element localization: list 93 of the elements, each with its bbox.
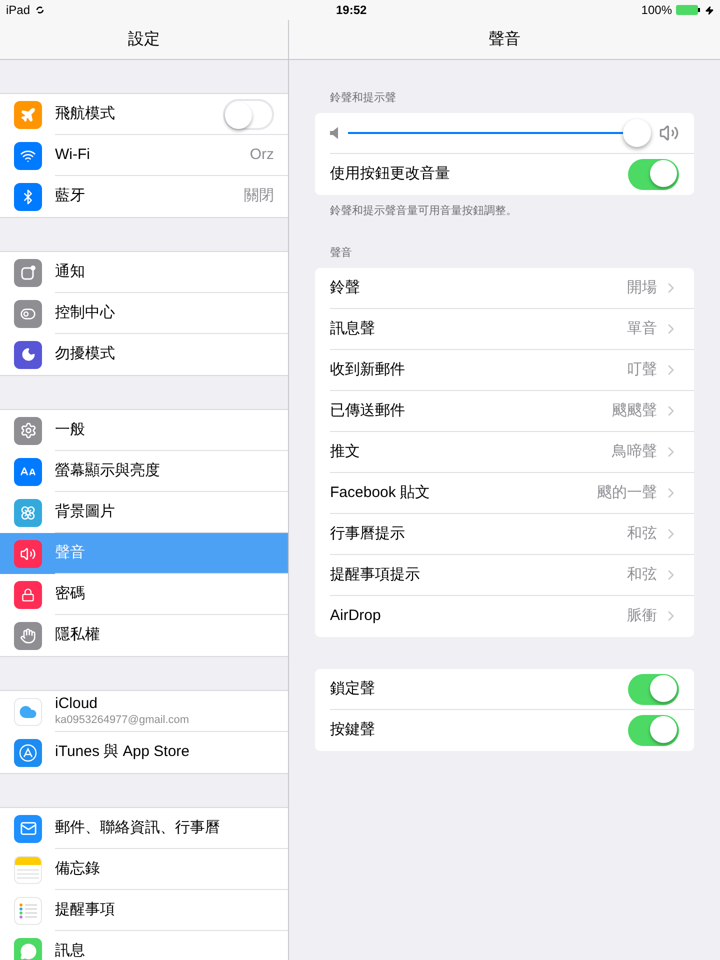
settings-item[interactable]: iTunes 與 App Store [0,732,288,773]
settings-item[interactable]: 提醒事項 [0,890,288,931]
notification-icon [14,258,42,286]
row-label: Facebook 貼文 [330,482,430,503]
airplane-icon [14,100,42,128]
row-label: 提醒事項提示 [330,564,420,585]
settings-item[interactable]: 隱私權 [0,615,288,656]
speaker-icon [14,540,42,568]
row-label: 訊息聲 [330,318,375,339]
item-label: iCloud [55,695,99,714]
settings-item[interactable]: 背景圖片 [0,492,288,533]
row-value: 和弦 [627,564,657,585]
item-label: 訊息 [55,941,85,960]
row-label: 鎖定聲 [330,678,375,699]
row-label: 鈴聲 [330,278,360,298]
row-value: 脈衝 [627,606,657,626]
toggle-switch[interactable] [628,158,679,190]
text-size-icon [14,458,42,486]
mail-icon [14,814,42,842]
gear-icon [14,416,42,444]
item-label: Wi-Fi [55,145,90,166]
settings-item[interactable]: 一般 [0,410,288,451]
loud-speaker-icon [659,123,679,143]
notepad-icon [14,856,42,884]
item-label: 背景圖片 [55,502,115,522]
item-label: 提醒事項 [55,900,115,920]
switches-icon [14,300,42,328]
item-label: 隱私權 [55,625,100,646]
row-value: 鳥啼聲 [612,442,657,462]
account-email: ka0953264977@gmail.com [55,714,190,728]
row-value: 颼颼聲 [612,400,657,421]
item-label: 郵件、聯絡資訊、行事曆 [55,818,220,838]
item-label: iTunes 與 App Store [55,742,190,762]
settings-item[interactable]: 控制中心 [0,293,288,334]
row-label: 推文 [330,442,360,462]
settings-item[interactable]: iCloud ka0953264977@gmail.com [0,691,288,732]
item-label: 備忘錄 [55,859,100,880]
settings-item[interactable]: Wi-Fi Orz [0,135,288,176]
cloud-icon [14,698,42,726]
item-label: 控制中心 [55,303,115,324]
list-icon [14,896,42,924]
row-value: 和弦 [627,524,657,544]
toggle-switch[interactable] [628,714,679,746]
item-label: 飛航模式 [55,104,115,124]
settings-item[interactable]: 通知 [0,252,288,293]
wifi-icon [14,142,42,170]
item-label: 勿擾模式 [55,344,115,364]
battery-percent: 100% [641,2,672,19]
lock-icon [14,580,42,608]
charging-icon [705,6,714,14]
section-header: 聲音 [329,246,353,261]
clock: 19:52 [336,2,367,19]
item-value: Orz [250,145,274,166]
item-label: 通知 [55,262,85,282]
item-label: 藍牙 [55,186,85,206]
toggle-switch[interactable] [223,99,274,130]
row-value: 叮聲 [627,360,657,380]
row-value: 單音 [627,318,657,339]
toggle-switch[interactable] [628,674,679,704]
volume-slider[interactable] [348,119,649,147]
settings-item[interactable]: 藍牙 關閉 [0,176,288,217]
row-label: 使用按鈕更改音量 [330,164,450,184]
row-label: AirDrop [330,606,381,626]
row-label: 收到新郵件 [330,360,405,380]
settings-item[interactable]: 密碼 [0,574,288,615]
section-footer: 鈴聲和提示聲音量可用音量按鈕調整。 [315,202,694,219]
settings-item[interactable]: 郵件、聯絡資訊、行事曆 [0,808,288,849]
row-label: 行事曆提示 [330,524,405,544]
item-value: 關閉 [244,186,274,206]
item-label: 聲音 [55,543,85,564]
sidebar-title: 設定 [128,30,160,50]
settings-item[interactable]: 訊息 [0,931,288,960]
bluetooth-icon [14,182,42,210]
device-name: iPad [6,2,30,19]
section-header: 鈴聲和提示聲 [329,91,397,106]
item-label: 一般 [55,420,85,440]
settings-item[interactable]: 備忘錄 [0,849,288,890]
quiet-speaker-icon [330,127,338,139]
flower-icon [14,498,42,526]
row-value: 開場 [627,278,657,298]
row-label: 按鍵聲 [330,720,375,740]
item-label: 密碼 [55,584,85,604]
settings-item[interactable]: 飛航模式 [0,94,288,135]
settings-item[interactable]: 勿擾模式 [0,334,288,375]
hand-icon [14,622,42,650]
row-value: 颼的一聲 [597,482,657,503]
moon-icon [14,340,42,368]
page-title: 聲音 [488,30,520,50]
app-store-icon [14,738,42,766]
row-label: 已傳送郵件 [330,400,405,421]
settings-item[interactable]: 螢幕顯示與亮度 [0,451,288,492]
battery-icon [676,5,701,15]
item-label: 螢幕顯示與亮度 [55,461,160,482]
